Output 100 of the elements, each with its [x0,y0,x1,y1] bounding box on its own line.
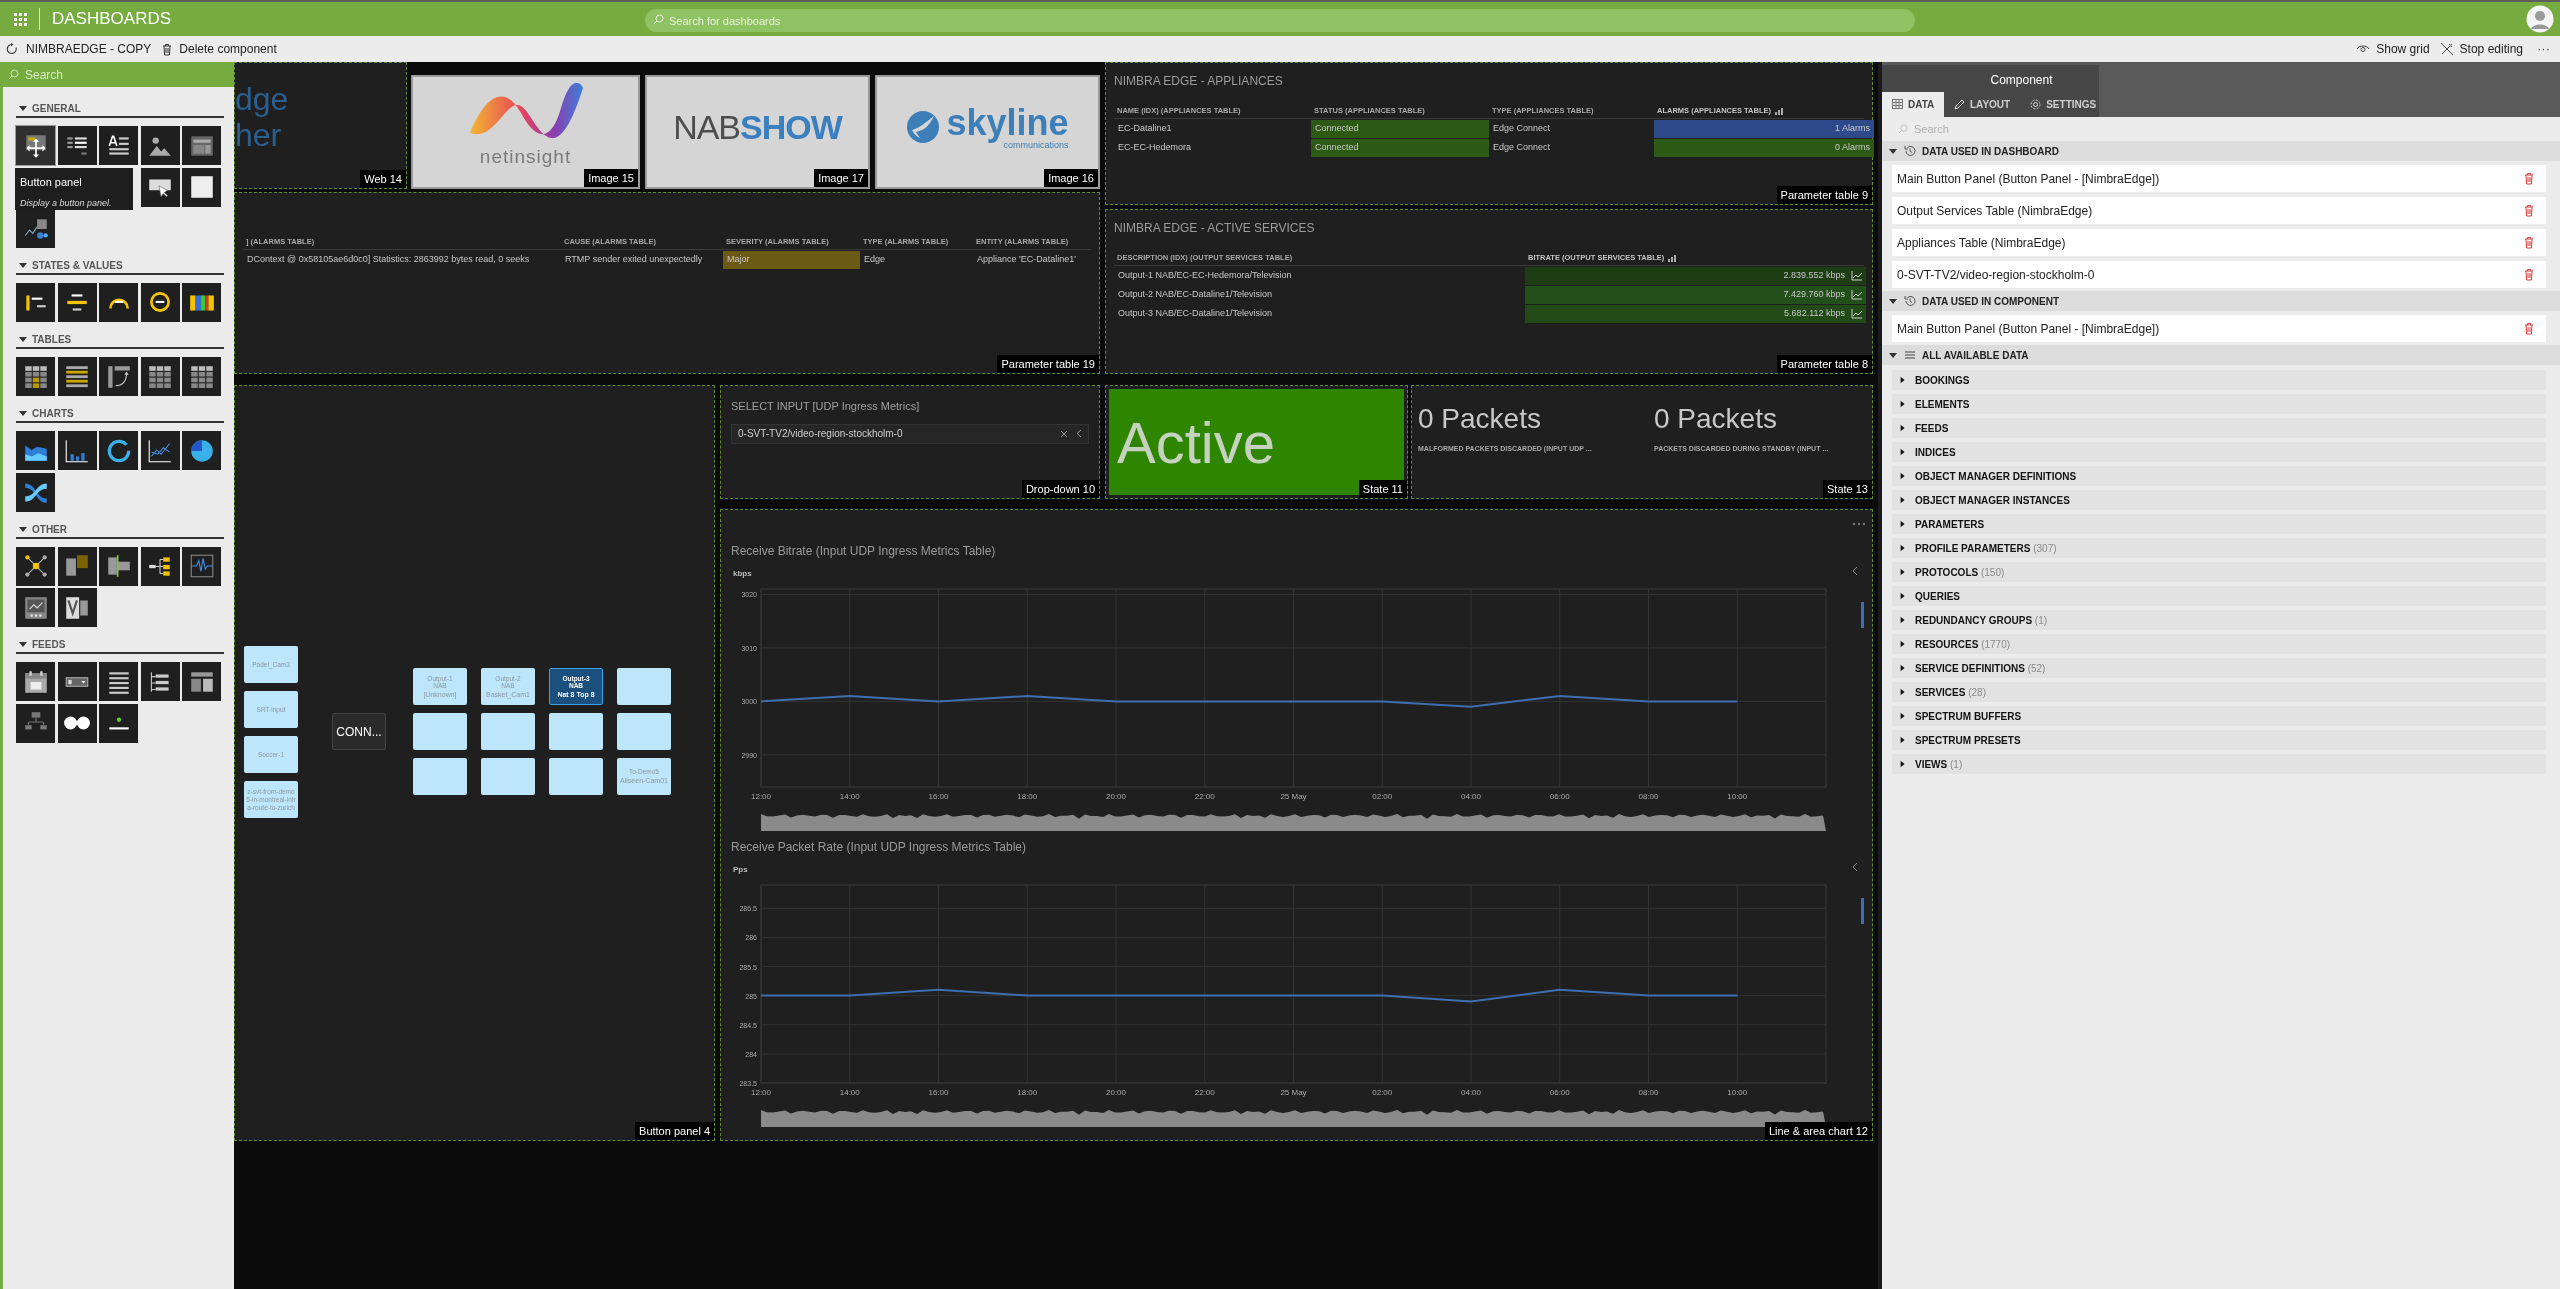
category-row[interactable]: REDUNDANCY GROUPS (1) [1892,610,2546,630]
component-tile[interactable] [99,703,138,743]
tab[interactable]: DATA [1882,92,1944,117]
component-tile[interactable] [99,357,138,396]
navigator-drawing[interactable] [761,814,1826,831]
section-header[interactable]: ALL AVAILABLE DATA [1882,345,2560,365]
category-row[interactable]: SERVICE DEFINITIONS (52) [1892,658,2546,678]
connect-button[interactable]: CONN... [332,713,386,750]
trash-icon[interactable] [2523,172,2535,185]
component-tile[interactable] [99,546,138,586]
component-tile[interactable] [16,662,55,701]
category-row[interactable]: PARAMETERS [1892,514,2546,534]
category-row[interactable]: QUERIES [1892,586,2546,606]
parameter-table[interactable] [234,192,1100,374]
component-tile[interactable] [99,662,138,701]
component-tile[interactable] [16,431,55,470]
stop-editing-button[interactable]: Stop editing [2439,40,2523,58]
show-grid-button[interactable]: Show grid [2356,40,2430,58]
component-tile[interactable] [182,431,221,470]
search-field[interactable]: Search [1914,120,2544,138]
component-tile[interactable] [16,126,55,165]
component-tile[interactable] [57,357,97,396]
collapse-chevron-icon[interactable] [1852,566,1858,576]
clear-icon[interactable] [1060,429,1068,438]
category-row[interactable]: RESOURCES (1770) [1892,634,2546,654]
scroll-thumb[interactable] [1861,602,1864,628]
avatar-icon[interactable] [2526,5,2554,33]
category-row[interactable]: ELEMENTS [1892,394,2546,414]
parameter-table[interactable] [1105,209,1873,374]
section-header[interactable]: FEEDS [16,637,224,654]
section-header[interactable]: OTHER [16,521,224,539]
component-tile[interactable] [16,357,55,396]
image-component[interactable]: skyline communications Image 16 [875,75,1100,189]
search-field[interactable]: Search for dashboards [645,9,1915,32]
trash-icon[interactable] [2523,322,2535,335]
section-header[interactable]: CHARTS [16,406,224,423]
image-component[interactable]: NABSHOW Image 17 [645,75,870,189]
component-tile[interactable] [182,126,221,165]
sort-icon[interactable] [1775,107,1784,115]
component-tile[interactable] [99,126,138,165]
tab[interactable]: SETTINGS [2020,92,2107,117]
data-item[interactable]: Appliances Table (NimbraEdge) [1892,229,2546,256]
selected-value-field[interactable]: 0-SVT-TV2/video-region-stockholm-0 [738,426,1052,441]
component-tile[interactable] [182,546,221,586]
dropdown-control[interactable]: 0-SVT-TV2/video-region-stockholm-0 [731,423,1089,444]
category-row[interactable]: OBJECT MANAGER INSTANCES [1892,490,2546,510]
component-tile[interactable] [57,283,97,322]
data-item[interactable]: Output Services Table (NimbraEdge) [1892,197,2546,224]
web-component[interactable]: dge her Web 14 [234,62,407,189]
component-tile[interactable] [140,283,180,322]
data-item[interactable]: Main Button Panel (Button Panel - [NimbraEdge]) [1892,165,2546,192]
component-tile[interactable] [57,126,97,165]
category-row[interactable]: FEEDS [1892,418,2546,438]
component-tile[interactable] [140,546,180,586]
chevron-icon[interactable] [1076,429,1082,438]
trash-icon[interactable] [2523,268,2535,281]
navigator-drawing[interactable] [761,1110,1826,1127]
component-tile[interactable] [140,662,180,701]
component-tile[interactable] [182,167,221,207]
collapse-chevron-icon[interactable] [1852,862,1858,872]
component-tile[interactable] [57,431,97,470]
data-item[interactable]: Main Button Panel (Button Panel - [NimbraEdge]) [1892,315,2546,342]
trash-icon[interactable] [2523,204,2535,217]
data-item[interactable]: 0-SVT-TV2/video-region-stockholm-0 [1892,261,2546,288]
component-tile[interactable] [16,546,55,586]
component-tile[interactable] [182,662,221,701]
apps-menu-icon[interactable] [14,12,27,26]
trend-icon[interactable] [1851,271,1862,281]
section-header[interactable]: STATES & VALUES [16,258,224,275]
category-row[interactable]: VIEWS (1) [1892,754,2546,774]
component-tile[interactable] [99,283,138,322]
section-header[interactable]: TABLES [16,332,224,349]
component-tile[interactable] [57,546,97,586]
component-tile[interactable] [182,283,221,322]
component-tile[interactable] [140,167,180,207]
dropdown-component[interactable]: SELECT INPUT [UDP Ingress Metrics] 0-SVT-TV2/video-region-stockholm-0 Drop-down 10 [720,385,1100,499]
parameter-table[interactable] [1105,62,1873,205]
refresh-icon[interactable] [6,43,18,55]
chart-component[interactable] [720,509,1873,1141]
component-tile[interactable] [140,357,180,396]
trash-icon[interactable] [2523,236,2535,249]
more-button[interactable]: ··· [2533,39,2554,59]
sort-icon[interactable] [1668,254,1677,262]
more-icon[interactable] [1852,522,1866,526]
component-tile[interactable] [16,703,55,743]
category-row[interactable]: SPECTRUM BUFFERS [1892,706,2546,726]
component-tile[interactable] [57,588,97,627]
component-tile[interactable] [140,126,180,165]
component-tile[interactable] [140,431,180,470]
component-tile[interactable] [16,209,55,248]
tab[interactable]: LAYOUT [1944,92,2021,117]
component-tile[interactable] [16,472,55,512]
section-header[interactable]: GENERAL [16,101,224,118]
trend-icon[interactable] [1851,290,1862,300]
category-row[interactable]: PROFILE PARAMETERS (307) [1892,538,2546,558]
trend-icon[interactable] [1851,309,1862,319]
category-row[interactable]: PROTOCOLS (150) [1892,562,2546,582]
category-row[interactable]: BOOKINGS [1892,370,2546,390]
search-field[interactable]: Search [25,65,226,84]
category-row[interactable]: SPECTRUM PRESETS [1892,730,2546,750]
